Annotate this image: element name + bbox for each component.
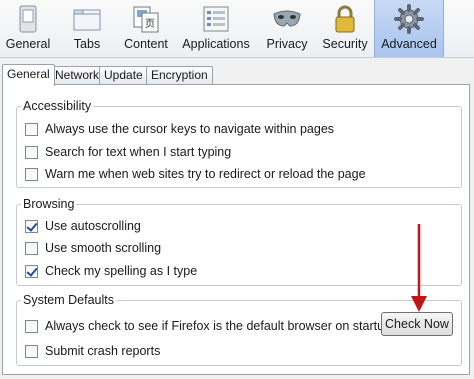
option-label: Warn me when web sites try to redirect o…	[45, 167, 366, 181]
tab-encryption[interactable]: Encryption	[146, 66, 213, 85]
pane-label: Applications	[182, 37, 250, 51]
default-browser-option[interactable]: Always check to see if Firefox is the de…	[25, 318, 391, 334]
pane-content[interactable]: 页 Content	[118, 0, 174, 57]
option-label: Search for text when I start typing	[45, 145, 232, 159]
general-switch-icon	[19, 5, 37, 33]
crash-reports-option[interactable]: Submit crash reports	[25, 343, 160, 359]
search-typing-option[interactable]: Search for text when I start typing	[25, 144, 231, 160]
option-label: Submit crash reports	[45, 344, 161, 358]
pane-security[interactable]: Security	[316, 0, 374, 57]
preferences-toolbar: General Tabs 页 Content Applications Priv…	[0, 0, 474, 58]
group-title: Browsing	[21, 197, 77, 211]
check-now-button[interactable]: Check Now	[381, 312, 453, 336]
pane-label: Security	[322, 37, 368, 51]
privacy-mask-icon	[273, 10, 301, 27]
cursor-keys-option[interactable]: Always use the cursor keys to navigate w…	[25, 121, 334, 137]
option-label: Always use the cursor keys to navigate w…	[45, 122, 335, 136]
pane-label: Advanced	[381, 37, 437, 51]
spellcheck-option[interactable]: Check my spelling as I type	[25, 263, 197, 279]
tab-general[interactable]: General	[2, 64, 55, 86]
spellcheck-checkbox[interactable]	[25, 264, 38, 278]
tabs-window-icon	[73, 9, 101, 31]
pane-tabs[interactable]: Tabs	[56, 0, 118, 57]
search-typing-checkbox[interactable]	[25, 145, 38, 159]
red-arrow-annotation	[411, 224, 427, 312]
smooth-scrolling-checkbox[interactable]	[25, 241, 38, 255]
cursor-keys-checkbox[interactable]	[25, 122, 38, 136]
autoscrolling-checkbox[interactable]	[25, 219, 38, 233]
warn-redirect-option[interactable]: Warn me when web sites try to redirect o…	[25, 166, 366, 182]
autoscrolling-option[interactable]: Use autoscrolling	[25, 218, 141, 234]
pane-general[interactable]: General	[0, 0, 56, 57]
svg-text:页: 页	[145, 18, 155, 30]
smooth-scrolling-option[interactable]: Use smooth scrolling	[25, 240, 161, 256]
option-label: Use smooth scrolling	[45, 241, 162, 255]
pane-privacy[interactable]: Privacy	[258, 0, 316, 57]
warn-redirect-checkbox[interactable]	[25, 167, 38, 181]
pane-label: Content	[124, 37, 168, 51]
crash-reports-checkbox[interactable]	[25, 344, 38, 358]
advanced-gear-icon	[394, 4, 424, 34]
group-title: Accessibility	[21, 99, 94, 113]
applications-list-icon	[203, 6, 229, 32]
pane-applications[interactable]: Applications	[174, 0, 258, 57]
advanced-tabs: General Network Update Encryption	[0, 64, 474, 86]
content-documents-icon: 页	[133, 6, 159, 33]
security-padlock-icon	[335, 5, 355, 33]
option-label: Use autoscrolling	[45, 219, 141, 233]
tab-network[interactable]: Network	[50, 66, 105, 85]
pane-label: General	[5, 37, 51, 51]
default-browser-checkbox[interactable]	[25, 319, 38, 333]
tab-update[interactable]: Update	[99, 66, 148, 85]
pane-label: Tabs	[73, 37, 101, 51]
group-title: System Defaults	[21, 293, 117, 307]
pane-advanced[interactable]: Advanced	[374, 0, 444, 57]
option-label: Always check to see if Firefox is the de…	[45, 319, 391, 333]
option-label: Check my spelling as I type	[45, 264, 198, 278]
pane-label: Privacy	[266, 37, 308, 51]
